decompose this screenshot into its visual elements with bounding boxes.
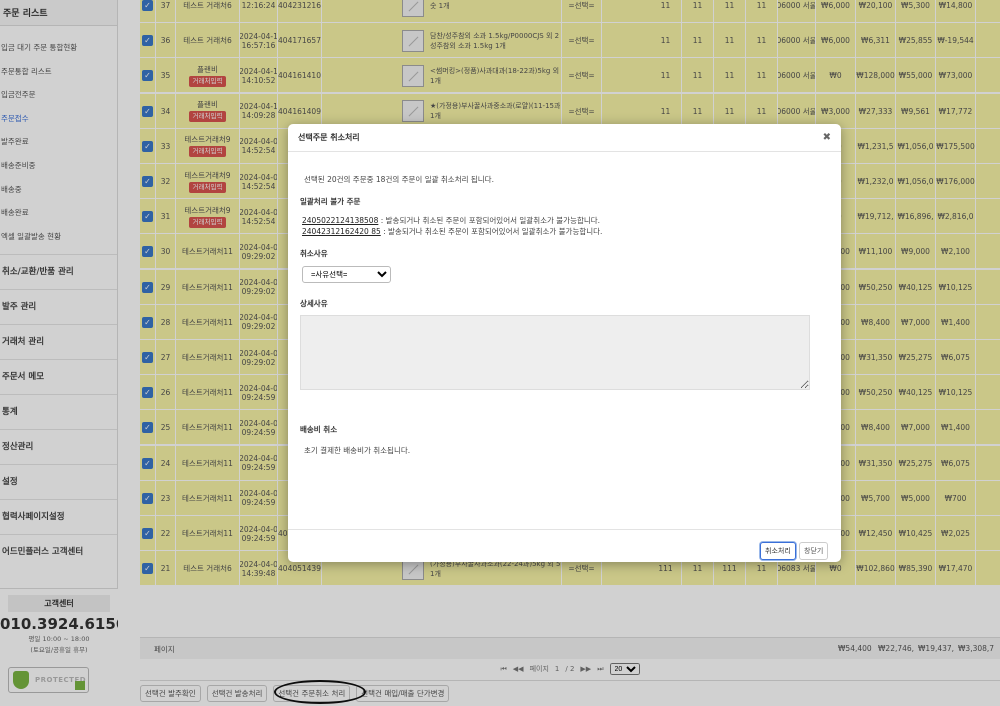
batch-title: 일괄처리 불가 주문	[300, 197, 361, 206]
blocked-order-1: 2405022124138508 : 발송되거나 취소된 주문이 포함되어있어서…	[302, 215, 600, 226]
detail-title: 상세사유	[300, 299, 328, 308]
ship-cancel-title: 배송비 취소	[300, 425, 338, 434]
blocked-order-2: 24042312162420 85 : 발송되거나 취소된 주문이 포함되어있어…	[302, 226, 602, 237]
close-modal-button[interactable]: 창닫기	[799, 542, 829, 560]
blocked-reason: : 발송되거나 취소된 주문이 포함되어있어서 일괄취소가 불가능합니다.	[378, 216, 601, 225]
close-icon[interactable]: ✖	[823, 132, 831, 143]
blocked-reason: : 발송되거나 취소된 주문이 포함되어있어서 일괄취소가 불가능합니다.	[380, 227, 603, 236]
blocked-order-link[interactable]: 2405022124138508	[302, 216, 378, 225]
cancel-orders-modal: 선택주문 취소처리 ✖ 선택된 20건의 주문중 18건의 주문이 일괄 취소처…	[288, 124, 841, 562]
detail-reason-textarea[interactable]	[300, 315, 810, 390]
modal-message: 선택된 20건의 주문중 18건의 주문이 일괄 취소처리 됩니다.	[304, 175, 494, 184]
blocked-order-link[interactable]: 24042312162420 85	[302, 227, 381, 236]
modal-title: 선택주문 취소처리	[298, 133, 360, 142]
cancel-reason-select[interactable]: =사유선택=	[302, 266, 391, 283]
confirm-cancel-button[interactable]: 취소처리	[760, 542, 796, 560]
ship-cancel-note: 초기 결제한 배송비가 취소됩니다.	[304, 446, 411, 455]
reason-title: 취소사유	[300, 249, 328, 258]
